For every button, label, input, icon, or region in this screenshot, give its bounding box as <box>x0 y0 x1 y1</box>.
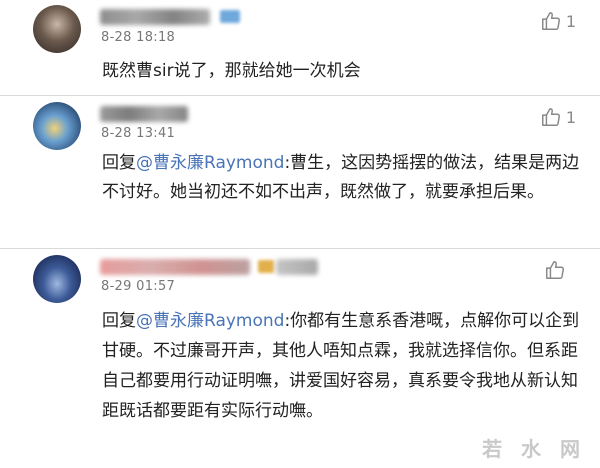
thumbs-up-icon <box>540 106 562 128</box>
comment-time: 8-28 18:18 <box>101 30 176 45</box>
comment-time: 8-29 01:57 <box>101 279 176 294</box>
vip-badge-icon <box>258 260 274 273</box>
like-button[interactable]: 1 <box>540 10 576 32</box>
username-blurred[interactable] <box>100 106 188 122</box>
comment-body: 既然曹sir说了，那就给她一次机会 <box>102 61 361 81</box>
like-button[interactable]: 1 <box>540 106 576 128</box>
reply-label: 回复 <box>102 153 136 173</box>
comment-item-1: 8-28 18:18 既然曹sir说了，那就给她一次机会 1 <box>0 0 600 96</box>
comment-time: 8-28 13:41 <box>101 126 176 141</box>
comment-text: 既然曹sir说了，那就给她一次机会 <box>102 57 580 86</box>
comment-item-2: 8-28 13:41 回复@曹永廉Raymond:曹生，这因势摇摆的做法，结果是… <box>0 96 600 249</box>
avatar[interactable] <box>33 255 81 303</box>
comment-text: 回复@曹永廉Raymond:曹生，这因势摇摆的做法，结果是两边不讨好。她当初还不… <box>102 149 580 207</box>
username-blurred[interactable] <box>100 9 210 25</box>
username-blurred-suffix <box>276 259 318 275</box>
like-count: 1 <box>565 107 576 127</box>
like-count: 1 <box>565 11 576 31</box>
like-button[interactable] <box>544 259 570 281</box>
thumbs-up-icon <box>544 259 566 281</box>
reply-label: 回复 <box>102 311 136 331</box>
comment-text: 回复@曹永廉Raymond:你都有生意系香港嘅，点解你可以企到甘硬。不过廉哥开声… <box>102 306 580 426</box>
site-watermark: 若 水 网 <box>482 437 586 461</box>
mention-link[interactable]: @曹永廉Raymond <box>136 153 284 173</box>
vip-badge-icon <box>220 10 240 23</box>
thumbs-up-icon <box>540 10 562 32</box>
mention-link[interactable]: @曹永廉Raymond <box>136 311 284 331</box>
avatar[interactable] <box>33 102 81 150</box>
avatar[interactable] <box>33 5 81 53</box>
username-blurred[interactable] <box>100 259 250 275</box>
